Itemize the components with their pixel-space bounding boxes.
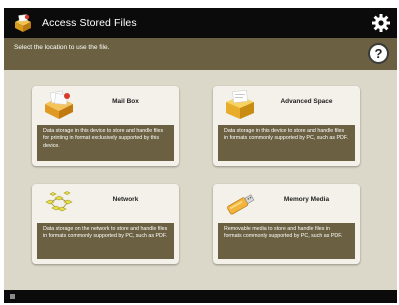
- card-title: Network: [112, 196, 139, 203]
- window-title: Access Stored Files: [42, 17, 137, 29]
- advanced-space-card[interactable]: Advanced Space Data storage in this devi…: [213, 86, 360, 166]
- network-card[interactable]: Network Data storage on the network to s…: [32, 184, 179, 264]
- title-bar: Access Stored Files: [4, 8, 397, 38]
- card-description: Data storage in this device to store and…: [218, 125, 355, 161]
- folder-box-icon: [15, 14, 31, 32]
- status-indicator: [10, 294, 15, 299]
- instruction-bar: Select the location to use the file. ?: [4, 38, 397, 70]
- memory-media-card[interactable]: Memory Media Removable media to store an…: [213, 184, 360, 264]
- network-icon: [45, 191, 73, 212]
- advanced-space-icon: [226, 90, 254, 119]
- screen-frame: Access Stored Files Select the location …: [0, 0, 399, 305]
- card-title: Advanced Space: [280, 98, 333, 105]
- help-button[interactable]: ?: [368, 43, 389, 64]
- card-header: Mail Box: [32, 86, 179, 125]
- card-header: Advanced Space: [213, 86, 360, 125]
- status-bar: [4, 290, 397, 303]
- card-title: Mail Box: [112, 98, 139, 105]
- usb-memory-icon: [227, 194, 255, 215]
- card-description: Removable media to store and handle file…: [218, 223, 355, 259]
- card-description: Data storage on the network to store and…: [37, 223, 174, 259]
- card-description: Data storage in this device to store and…: [37, 125, 174, 161]
- card-header: Network: [32, 184, 179, 223]
- mailbox-card[interactable]: Mail Box Data storage in this device to …: [32, 86, 179, 166]
- card-header: Memory Media: [213, 184, 360, 223]
- mailbox-icon: [45, 90, 73, 119]
- gear-icon[interactable]: [371, 13, 391, 33]
- instruction-text: Select the location to use the file.: [14, 44, 110, 51]
- card-title: Memory Media: [283, 196, 330, 203]
